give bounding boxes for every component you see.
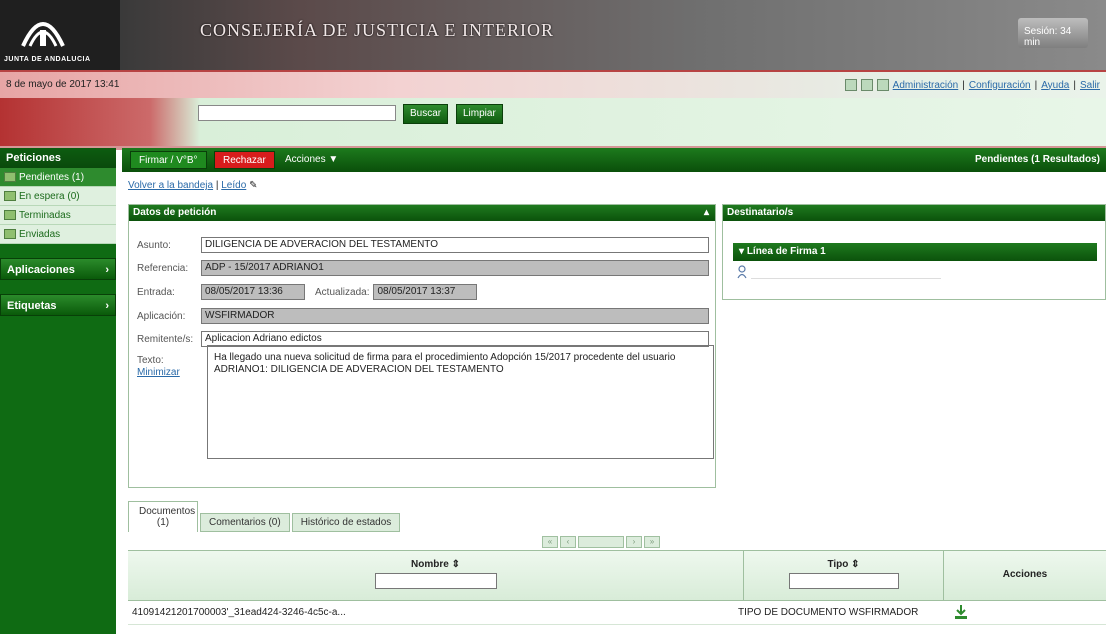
app-title: CONSEJERÍA DE JUSTICIA E INTERIOR [200, 20, 555, 40]
pager: « ‹ › » [542, 536, 660, 548]
read-link[interactable]: Leído [221, 180, 246, 191]
aplicacion-row: Aplicación: WSFIRMADOR [137, 308, 709, 324]
col-name[interactable]: Nombre ⇕ [128, 551, 744, 601]
chevron-right-icon: › [105, 300, 109, 312]
logo-text: JUNTA DE ANDALUCIA [4, 56, 91, 63]
documents-table: Nombre ⇕ Tipo ⇕ Acciones 410914212017000… [128, 550, 1106, 634]
admin-link[interactable]: Administración [893, 80, 959, 91]
referencia-row: Referencia: ADP - 15/2017 ADRIANO1 [137, 260, 709, 276]
referencia-field: ADP - 15/2017 ADRIANO1 [201, 260, 709, 276]
pencil-icon: ✎ [249, 180, 258, 191]
sidebar-item-label: Terminadas [19, 209, 71, 221]
inbox-icon [4, 172, 16, 182]
sidebar-tags[interactable]: Etiquetas › [0, 294, 116, 316]
toolbar: Firmar / V°B° Rechazar Acciones ▼ Pendie… [122, 148, 1106, 172]
user-icon[interactable] [860, 79, 873, 91]
table-header: Nombre ⇕ Tipo ⇕ Acciones [128, 551, 1106, 601]
request-panel-title: Datos de petición ▴ [129, 205, 715, 221]
texto-field: Ha llegado una nueva solicitud de firma … [207, 345, 714, 459]
texto-label-block: Texto: Minimizar [137, 355, 180, 378]
recipients-panel: Destinatario/s ▾ Línea de Firma 1 [722, 204, 1106, 300]
tab-comments[interactable]: Comentarios (0) [200, 513, 290, 532]
asunto-field: DILIGENCIA DE ADVERACION DEL TESTAMENTO [201, 237, 709, 253]
sidebar-item-label: En espera (0) [19, 190, 80, 202]
header: JUNTA DE ANDALUCIA CONSEJERÍA DE JUSTICI… [0, 0, 1106, 150]
last-page-button[interactable]: » [644, 536, 660, 548]
document-type: TIPO DE DOCUMENTO WSFIRMADOR [738, 607, 919, 618]
type-filter-input[interactable] [788, 573, 899, 589]
request-panel: Datos de petición ▴ Asunto: DILIGENCIA D… [128, 204, 716, 488]
help-icon[interactable] [844, 79, 857, 91]
sidebar-item-label: Pendientes (1) [19, 171, 85, 183]
sidebar-item-label: Enviadas [19, 228, 61, 240]
sidebar-item-pending[interactable]: Pendientes (1) [0, 168, 116, 187]
page-indicator [578, 536, 624, 548]
first-page-button[interactable]: « [542, 536, 558, 548]
recipient-name [751, 267, 941, 279]
prev-page-button[interactable]: ‹ [560, 536, 576, 548]
sidebar-section-title: Peticiones [0, 148, 116, 168]
download-icon[interactable] [954, 604, 968, 623]
folder-icon [4, 210, 16, 220]
session-timer: Sesión: 34 min [1018, 18, 1088, 48]
clock-icon [4, 191, 16, 201]
recipients-panel-title: Destinatario/s [723, 205, 1105, 221]
send-icon [4, 229, 16, 239]
asunto-row: Asunto: DILIGENCIA DE ADVERACION DEL TES… [137, 237, 709, 253]
search-input[interactable] [198, 105, 396, 121]
name-filter-input[interactable] [374, 573, 497, 589]
logo[interactable]: JUNTA DE ANDALUCIA [0, 0, 120, 70]
signature-line-header[interactable]: ▾ Línea de Firma 1 [733, 243, 1097, 261]
help-link[interactable]: Ayuda [1041, 80, 1069, 91]
reject-button[interactable]: Rechazar [214, 151, 275, 169]
table-row[interactable]: 41091421201700003'_31ead424-3246-4c5c-a.… [128, 601, 1106, 625]
top-links: Administración | Configuración | Ayuda | Sa… [844, 79, 1100, 91]
tab-documents[interactable]: Documentos (1) [128, 501, 198, 532]
settings-icon[interactable] [876, 79, 889, 91]
entrada-field: 08/05/2017 13:36 [201, 284, 305, 300]
header-banner: JUNTA DE ANDALUCIA CONSEJERÍA DE JUSTICI… [0, 0, 1106, 70]
sidebar-item-waiting[interactable]: En espera (0) [0, 187, 116, 206]
sidebar-item-finished[interactable]: Terminadas [0, 206, 116, 225]
document-name[interactable]: 41091421201700003'_31ead424-3246-4c5c-a.… [132, 607, 346, 618]
chevron-right-icon: › [105, 264, 109, 276]
minimize-link[interactable]: Minimizar [137, 367, 180, 378]
recipient-user-icon [737, 265, 747, 282]
actualizada-field: 08/05/2017 13:37 [373, 284, 478, 300]
expand-icon: ▾ [739, 246, 747, 257]
date-bar: 8 de mayo de 2017 13:41 Administración | … [0, 72, 1106, 98]
results-status: Pendientes (1 Resultados) [974, 154, 1100, 165]
collapse-icon[interactable]: ▴ [704, 207, 709, 218]
breadcrumb: Volver a la bandeja | Leído ✎ [128, 180, 258, 191]
sidebar-apps[interactable]: Aplicaciones › [0, 258, 116, 280]
tab-history[interactable]: Histórico de estados [291, 513, 401, 532]
logout-link[interactable]: Salir [1080, 80, 1100, 91]
next-page-button[interactable]: › [626, 536, 642, 548]
current-date: 8 de mayo de 2017 13:41 [6, 79, 120, 90]
entrada-row: Entrada: 08/05/2017 13:36 Actualizada: 0… [137, 284, 478, 300]
search-row: Buscar Limpiar [0, 98, 1106, 146]
back-to-inbox-link[interactable]: Volver a la bandeja [128, 180, 213, 191]
document-tabs: Documentos (1) Comentarios (0) Histórico… [128, 498, 401, 532]
col-type[interactable]: Tipo ⇕ [744, 551, 944, 601]
clear-button[interactable]: Limpiar [456, 104, 503, 124]
actions-menu[interactable]: Acciones ▼ [277, 151, 346, 169]
sign-button[interactable]: Firmar / V°B° [130, 151, 207, 169]
search-button[interactable]: Buscar [403, 104, 449, 124]
sidebar-item-sent[interactable]: Enviadas [0, 225, 116, 244]
sidebar: Peticiones Pendientes (1) En espera (0) … [0, 148, 116, 634]
main-content: Firmar / V°B° Rechazar Acciones ▼ Pendie… [122, 148, 1106, 634]
aplicacion-field: WSFIRMADOR [201, 308, 709, 324]
config-link[interactable]: Configuración [969, 80, 1031, 91]
junta-logo-icon [21, 22, 65, 47]
col-actions: Acciones [1002, 569, 1048, 580]
